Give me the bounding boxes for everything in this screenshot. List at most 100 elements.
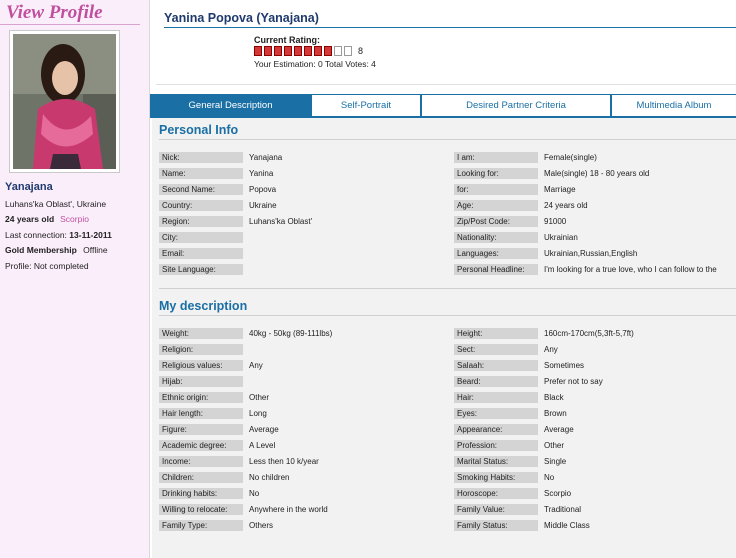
- rating-box-filled[interactable]: [294, 46, 302, 56]
- field-label: Name:: [159, 168, 243, 179]
- profile-header: Yanina Popova (Yanajana) Current Rating:…: [156, 3, 736, 85]
- section-divider: [159, 315, 736, 316]
- field-value: Others: [249, 521, 274, 530]
- field-label: Weight:: [159, 328, 243, 339]
- field-value: Other: [544, 441, 565, 450]
- tab-general-description[interactable]: General Description: [150, 94, 311, 116]
- field-label: Marital Status:: [454, 456, 538, 467]
- profile-photo[interactable]: [9, 30, 120, 173]
- profile-photo-image: [13, 34, 116, 169]
- field-value: Ukrainian: [544, 233, 578, 242]
- field-label: Willing to relocate:: [159, 504, 243, 515]
- rating-box-filled[interactable]: [274, 46, 282, 56]
- online-status: Offline: [83, 245, 108, 255]
- field-label: Academic degree:: [159, 440, 243, 451]
- field-value: I'm looking for a true love, who I can f…: [544, 265, 717, 274]
- field-label: Family Value:: [454, 504, 538, 515]
- field-value: Black: [544, 393, 564, 402]
- rating-box-empty[interactable]: [344, 46, 352, 56]
- field-label: Salaah:: [454, 360, 538, 371]
- field-value: A Level: [249, 441, 276, 450]
- field-value: Anywhere in the world: [249, 505, 328, 514]
- sidebar-age-row: 24 years old Scorpio: [5, 214, 89, 224]
- personal-info-title: Personal Info: [159, 123, 239, 137]
- field-value: Brown: [544, 409, 567, 418]
- field-label: Religion:: [159, 344, 243, 355]
- field-label: Sect:: [454, 344, 538, 355]
- section-divider: [159, 139, 736, 140]
- rating-box-filled[interactable]: [304, 46, 312, 56]
- field-label: Horoscope:: [454, 488, 538, 499]
- rating-box-filled[interactable]: [254, 46, 262, 56]
- tab-content: Personal Info Nick: Yanajana Name: Yanina Se…: [152, 118, 736, 558]
- rating-value: 8: [358, 46, 364, 56]
- field-label: Site Language:: [159, 264, 243, 275]
- field-label: Family Status:: [454, 520, 538, 531]
- field-value: No: [544, 473, 555, 482]
- field-value: Any: [249, 361, 263, 370]
- field-label: Nationality:: [454, 232, 538, 243]
- rating-label: Current Rating:: [254, 35, 320, 45]
- sidebar-region: Luhans'ka Oblast', Ukraine: [5, 199, 107, 209]
- field-value: Marriage: [544, 185, 576, 194]
- profile-name: Yanina Popova (Yanajana): [164, 11, 319, 25]
- field-value: Scorpio: [544, 489, 572, 498]
- rating-stars[interactable]: 8: [254, 46, 363, 56]
- field-label: Religious values:: [159, 360, 243, 371]
- field-label: Country:: [159, 200, 243, 211]
- field-label: Second Name:: [159, 184, 243, 195]
- rating-box-filled[interactable]: [314, 46, 322, 56]
- field-label: Hijab:: [159, 376, 243, 387]
- field-value: Ukraine: [249, 201, 277, 210]
- field-value: No children: [249, 473, 290, 482]
- membership-badge: Gold Membership: [5, 245, 77, 255]
- field-value: Traditional: [544, 505, 582, 514]
- tab-multimedia-album[interactable]: Multimedia Album: [611, 94, 736, 116]
- field-label: Personal Headline:: [454, 264, 538, 275]
- field-value: Yanina: [249, 169, 274, 178]
- last-connection-date: 13-11-2011: [69, 230, 112, 240]
- field-label: Zip/Post Code:: [454, 216, 538, 227]
- field-label: Languages:: [454, 248, 538, 259]
- field-value: Long: [249, 409, 267, 418]
- field-value: 24 years old: [544, 201, 588, 210]
- field-label: Figure:: [159, 424, 243, 435]
- sidebar-divider: [0, 24, 140, 25]
- rating-box-filled[interactable]: [324, 46, 332, 56]
- field-value: Prefer not to say: [544, 377, 603, 386]
- field-value: Less then 10 k/year: [249, 457, 319, 466]
- name-divider: [164, 27, 736, 28]
- field-value: Sometimes: [544, 361, 585, 370]
- field-label: Region:: [159, 216, 243, 227]
- field-label: Beard:: [454, 376, 538, 387]
- rating-box-empty[interactable]: [334, 46, 342, 56]
- field-value: Single: [544, 457, 567, 466]
- tab-self-portrait[interactable]: Self-Portrait: [311, 94, 421, 116]
- profile-tabs: General Description Self-Portrait Desire…: [150, 94, 736, 116]
- my-description-title: My description: [159, 299, 248, 313]
- field-label: Age:: [454, 200, 538, 211]
- section-divider: [159, 288, 736, 289]
- field-label: Profession:: [454, 440, 538, 451]
- field-value: Average: [249, 425, 279, 434]
- rating-votes: Your Estimation: 0 Total Votes: 4: [254, 59, 376, 69]
- field-value: No: [249, 489, 260, 498]
- profile-main-panel: Yanina Popova (Yanajana) Current Rating:…: [149, 0, 736, 558]
- field-value: Any: [544, 345, 558, 354]
- field-label: Income:: [159, 456, 243, 467]
- sidebar-membership-row: Gold Membership Offline: [5, 245, 108, 255]
- page-title: View Profile: [6, 2, 103, 23]
- field-label: Ethnic origin:: [159, 392, 243, 403]
- field-value: Male(single) 18 - 80 years old: [544, 169, 650, 178]
- rating-box-filled[interactable]: [264, 46, 272, 56]
- field-value: Female(single): [544, 153, 597, 162]
- field-label: Family Type:: [159, 520, 243, 531]
- field-value: Other: [249, 393, 270, 402]
- field-value: 40kg - 50kg (89-111lbs): [249, 329, 333, 338]
- tab-desired-partner-criteria[interactable]: Desired Partner Criteria: [421, 94, 611, 116]
- field-value: Popova: [249, 185, 277, 194]
- field-value: Middle Class: [544, 521, 590, 530]
- field-label: for:: [454, 184, 538, 195]
- rating-box-filled[interactable]: [284, 46, 292, 56]
- sidebar-last-connection: Last connection: 13-11-2011: [5, 230, 112, 240]
